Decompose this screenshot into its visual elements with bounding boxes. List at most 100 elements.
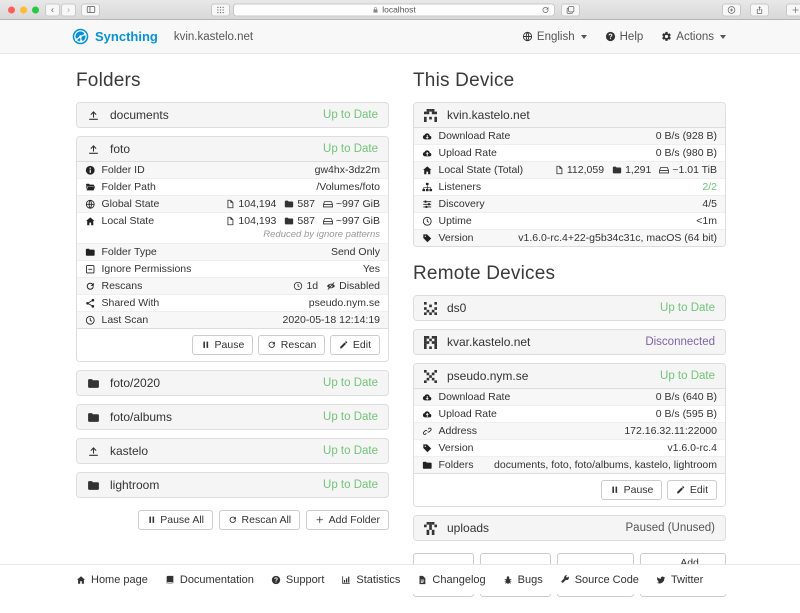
close-window-button[interactable] (8, 6, 15, 13)
folder-header-foto-2020[interactable]: foto/2020Up to Date (77, 371, 388, 395)
identicon-uploads-icon (424, 522, 437, 535)
folder-panel: fotoUp to DateFolder IDgw4hx-3dz2mFolder… (76, 136, 389, 362)
folder-header-documents[interactable]: documentsUp to Date (77, 103, 388, 127)
footer-link-source-code[interactable]: Source Code (560, 574, 639, 586)
footer: Home page Documentation Support Statistics C… (0, 564, 800, 594)
folder-header-lightroom[interactable]: lightroomUp to Date (77, 473, 388, 497)
value-part-text: ~997 GiB (336, 215, 380, 227)
row-value: 104,194587~997 GiB (225, 198, 380, 210)
file-icon (225, 216, 235, 226)
clock-icon (293, 281, 303, 291)
row-value: Yes (363, 263, 380, 275)
detail-row: Rescans1dDisabled (77, 277, 388, 294)
row-value: 2020-05-18 12:14:19 (283, 314, 381, 326)
device-details: Download Rate0 B/s (640 B)Upload Rate0 B… (414, 388, 725, 473)
folder-header-kastelo[interactable]: kasteloUp to Date (77, 439, 388, 463)
folder-header-foto-albums[interactable]: foto/albumsUp to Date (77, 405, 388, 429)
row-label-text: Upload Rate (439, 408, 497, 420)
cloud-down-icon (422, 131, 433, 142)
share-button[interactable] (750, 3, 769, 16)
row-label: Local State (Total) (422, 164, 523, 176)
status-badge: Up to Date (323, 411, 378, 423)
detail-row: Discovery4/5 (414, 195, 725, 212)
question-icon (271, 575, 281, 585)
detail-row: Folder TypeSend Only (77, 243, 388, 260)
pause-all-button[interactable]: Pause All (138, 510, 213, 530)
tab-overview-button[interactable] (561, 3, 580, 16)
clock-icon (422, 216, 433, 227)
detail-row: Address172.16.32.11:22000 (414, 422, 725, 439)
detail-row: Download Rate0 B/s (640 B) (414, 389, 725, 405)
row-label: Local State (85, 215, 154, 227)
new-tab-button[interactable] (786, 3, 800, 16)
footer-link-bugs[interactable]: Bugs (503, 574, 543, 586)
value-part-text: 104,193 (238, 215, 276, 227)
device-header-kvin-kastelo-net[interactable]: kvin.kastelo.net (414, 103, 725, 127)
language-menu[interactable]: English (522, 31, 587, 43)
button-label: Edit (353, 339, 371, 351)
row-label-text: Shared With (102, 297, 160, 309)
footer-link-support[interactable]: Support (271, 574, 325, 586)
device-header-ds0[interactable]: ds0Up to Date (414, 296, 725, 320)
book-icon (165, 575, 175, 585)
row-value: <1m (696, 215, 717, 227)
tab-group-button[interactable] (211, 3, 230, 16)
minimize-window-button[interactable] (20, 6, 27, 13)
refresh-icon (267, 340, 277, 350)
folder-panel: foto/2020Up to Date (76, 370, 389, 396)
detail-row: Versionv1.6.0-rc.4+22-g5b34c31c, macOS (… (414, 229, 725, 246)
actions-menu[interactable]: Actions (661, 31, 726, 43)
share-icon (85, 298, 96, 309)
status-badge: Up to Date (323, 109, 378, 121)
device-panel: kvar.kastelo.netDisconnected (413, 329, 726, 355)
pause-button[interactable]: Pause (192, 335, 253, 355)
brand-name: Syncthing (95, 29, 158, 44)
folder-header-foto[interactable]: fotoUp to Date (77, 137, 388, 161)
status-badge: Up to Date (323, 479, 378, 491)
refresh-icon (85, 281, 96, 292)
privacy-report-button[interactable] (722, 3, 741, 16)
row-value: 172.16.32.11:22000 (624, 425, 717, 437)
footer-link-home-page[interactable]: Home page (76, 574, 148, 586)
folder-details: Folder IDgw4hx-3dz2mFolder Path/Volumes/… (77, 161, 388, 328)
local-device-name: kvin.kastelo.net (174, 31, 253, 43)
back-button[interactable]: ‹ (45, 3, 60, 16)
row-label: Last Scan (85, 314, 148, 326)
forward-button[interactable]: › (61, 3, 76, 16)
hdd-icon (323, 216, 333, 226)
help-menu[interactable]: Help (605, 31, 644, 43)
add-folder-button[interactable]: Add Folder (306, 510, 389, 530)
zoom-window-button[interactable] (32, 6, 39, 13)
device-header-pseudo-nym-se[interactable]: pseudo.nym.seUp to Date (414, 364, 725, 388)
globe-icon (85, 199, 96, 210)
edit-button[interactable]: Edit (667, 480, 717, 500)
row-label-text: Global State (102, 198, 160, 210)
value-part-text: ~997 GiB (336, 198, 380, 210)
rescan-button[interactable]: Rescan (258, 335, 325, 355)
row-label: Version (422, 442, 474, 454)
footer-link-statistics[interactable]: Statistics (341, 574, 400, 586)
question-icon (605, 31, 616, 42)
row-label-text: Ignore Permissions (102, 263, 192, 275)
detail-row: Last Scan 2020-05-18 12:14:19 (77, 311, 388, 328)
device-header-kvar-kastelo-net[interactable]: kvar.kastelo.netDisconnected (414, 330, 725, 354)
row-label: Ignore Permissions (85, 263, 191, 275)
row-label: Folders (422, 459, 474, 471)
status-badge: Up to Date (323, 445, 378, 457)
reload-icon[interactable] (541, 5, 550, 14)
footer-link-documentation[interactable]: Documentation (165, 574, 254, 586)
footer-link-changelog[interactable]: Changelog (417, 574, 485, 586)
edit-button[interactable]: Edit (330, 335, 380, 355)
footer-link-twitter[interactable]: Twitter (656, 574, 703, 586)
device-header-uploads[interactable]: uploadsPaused (Unused) (414, 516, 725, 540)
pause-icon (610, 485, 620, 495)
device-details: Download Rate0 B/s (928 B)Upload Rate0 B… (414, 127, 725, 246)
pause-button[interactable]: Pause (601, 480, 662, 500)
sidebar-toggle-button[interactable] (81, 3, 100, 16)
rescan-all-button[interactable]: Rescan All (219, 510, 300, 530)
folder-icon (284, 216, 294, 226)
this-device-title: This Device (413, 70, 726, 92)
folder-open-icon (85, 182, 96, 193)
address-bar[interactable]: localhost (233, 3, 555, 16)
wrench-icon (560, 575, 570, 585)
